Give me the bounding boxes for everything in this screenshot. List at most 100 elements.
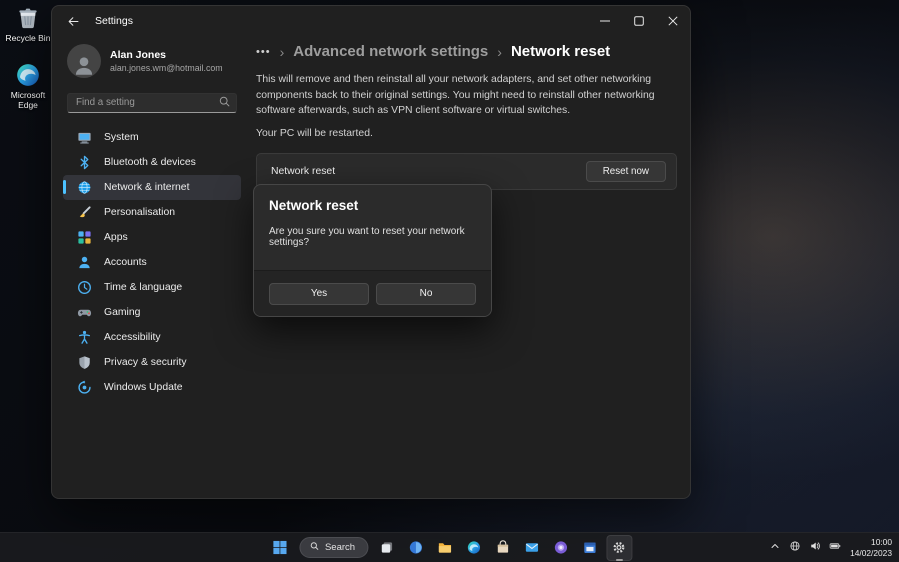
page-description: This will remove and then reinstall all … — [256, 72, 677, 119]
breadcrumb-parent-link[interactable]: Advanced network settings — [293, 43, 488, 60]
gaming-icon — [77, 305, 92, 320]
account-email: alan.jones.wm@hotmail.com — [110, 63, 223, 73]
taskbar-search-label: Search — [325, 542, 355, 553]
dialog-title: Network reset — [269, 198, 476, 213]
arrow-left-icon — [67, 15, 80, 28]
reset-now-button[interactable]: Reset now — [586, 161, 666, 182]
task-view-icon — [380, 540, 395, 555]
mail-icon — [525, 540, 540, 555]
chevron-right-icon: › — [280, 44, 285, 60]
sidebar-item-label: Gaming — [104, 307, 140, 318]
sidebar-item-bluetooth-devices[interactable]: Bluetooth & devices — [63, 150, 241, 175]
chevron-up-button[interactable] — [765, 535, 784, 561]
edge-icon — [15, 62, 41, 88]
window-title: Settings — [95, 15, 133, 27]
settings-sidebar: Alan Jones alan.jones.wm@hotmail.com Sys… — [52, 36, 252, 498]
close-button[interactable] — [656, 6, 690, 36]
volume-icon — [809, 540, 821, 555]
breadcrumb: ••• › Advanced network settings › Networ… — [256, 43, 690, 60]
sidebar-item-gaming[interactable]: Gaming — [63, 300, 241, 325]
time-language-icon — [77, 280, 92, 295]
sidebar-item-label: Network & internet — [104, 182, 189, 193]
titlebar[interactable]: Settings — [52, 6, 690, 36]
dialog-message: Are you sure you want to reset your netw… — [269, 226, 476, 248]
windows-logo-icon — [272, 540, 287, 555]
network-tray-icon — [789, 540, 801, 555]
sidebar-item-label: Windows Update — [104, 382, 183, 393]
sidebar-item-label: Bluetooth & devices — [104, 157, 196, 168]
sidebar-item-network-internet[interactable]: Network & internet — [63, 175, 241, 200]
account-card[interactable]: Alan Jones alan.jones.wm@hotmail.com — [63, 40, 241, 82]
network-icon — [77, 180, 92, 195]
mail-button[interactable] — [519, 535, 545, 561]
chevron-right-icon: › — [497, 44, 502, 60]
battery-button[interactable] — [825, 535, 844, 561]
sidebar-item-label: Accessibility — [104, 332, 161, 343]
accounts-icon — [77, 255, 92, 270]
clock-date: 14/02/2023 — [850, 548, 892, 559]
sidebar-item-windows-update[interactable]: Windows Update — [63, 375, 241, 400]
file-explorer-button[interactable] — [432, 535, 458, 561]
back-button[interactable] — [58, 9, 88, 33]
calendar-button[interactable] — [577, 535, 603, 561]
system-icon — [77, 130, 92, 145]
search-icon — [218, 95, 231, 108]
file-explorer-icon — [438, 540, 453, 555]
network-tray-button[interactable] — [785, 535, 804, 561]
chevron-up-icon — [769, 540, 781, 555]
search-input[interactable] — [67, 93, 237, 113]
no-button[interactable]: No — [376, 283, 476, 305]
yes-button[interactable]: Yes — [269, 283, 369, 305]
photos-button[interactable] — [548, 535, 574, 561]
taskbar: Search 10:00 14/02/2023 — [0, 532, 899, 562]
store-button[interactable] — [490, 535, 516, 561]
minimize-button[interactable] — [588, 6, 622, 36]
bluetooth-icon — [77, 155, 92, 170]
settings-nav: System Bluetooth & devices Network & inter… — [63, 125, 241, 400]
maximize-button[interactable] — [622, 6, 656, 36]
sidebar-item-time-language[interactable]: Time & language — [63, 275, 241, 300]
privacy-icon — [77, 355, 92, 370]
avatar — [67, 44, 101, 78]
photos-icon — [554, 540, 569, 555]
clock-time: 10:00 — [850, 537, 892, 548]
sidebar-item-system[interactable]: System — [63, 125, 241, 150]
network-reset-dialog: Network reset Are you sure you want to r… — [253, 184, 492, 317]
widgets-button[interactable] — [403, 535, 429, 561]
page-title: Network reset — [511, 43, 610, 60]
sidebar-item-label: Apps — [104, 232, 128, 243]
settings-window: Settings Alan Jones alan.jones.wm@hotmai… — [51, 5, 691, 499]
sidebar-item-personalisation[interactable]: Personalisation — [63, 200, 241, 225]
calendar-icon — [583, 540, 598, 555]
taskbar-search[interactable]: Search — [299, 537, 368, 558]
settings-search — [67, 92, 237, 113]
edge-icon — [467, 540, 482, 555]
sidebar-item-label: Personalisation — [104, 207, 175, 218]
recycle-bin-icon — [15, 5, 41, 31]
volume-button[interactable] — [805, 535, 824, 561]
sidebar-item-label: Time & language — [104, 282, 182, 293]
account-name: Alan Jones — [110, 49, 223, 61]
edge-button[interactable] — [461, 535, 487, 561]
windows-update-icon — [77, 380, 92, 395]
personalisation-icon — [77, 205, 92, 220]
sidebar-item-accessibility[interactable]: Accessibility — [63, 325, 241, 350]
taskbar-clock[interactable]: 10:00 14/02/2023 — [850, 537, 892, 559]
desktop-icon-microsoft-edge[interactable]: Microsoft Edge — [2, 62, 54, 110]
battery-icon — [829, 540, 841, 555]
dialog-footer: Yes No — [254, 270, 491, 316]
restart-note: Your PC will be restarted. — [256, 128, 690, 139]
breadcrumb-ellipsis[interactable]: ••• — [256, 46, 271, 58]
store-icon — [496, 540, 511, 555]
sidebar-item-privacy-security[interactable]: Privacy & security — [63, 350, 241, 375]
desktop-icon-recycle-bin[interactable]: Recycle Bin — [2, 5, 54, 43]
settings-button[interactable] — [606, 535, 632, 561]
sidebar-item-accounts[interactable]: Accounts — [63, 250, 241, 275]
settings-icon — [612, 540, 627, 555]
sidebar-item-apps[interactable]: Apps — [63, 225, 241, 250]
start-button[interactable] — [267, 535, 293, 561]
sidebar-item-label: System — [104, 132, 139, 143]
search-icon — [309, 541, 319, 554]
task-view-button[interactable] — [374, 535, 400, 561]
apps-icon — [77, 230, 92, 245]
